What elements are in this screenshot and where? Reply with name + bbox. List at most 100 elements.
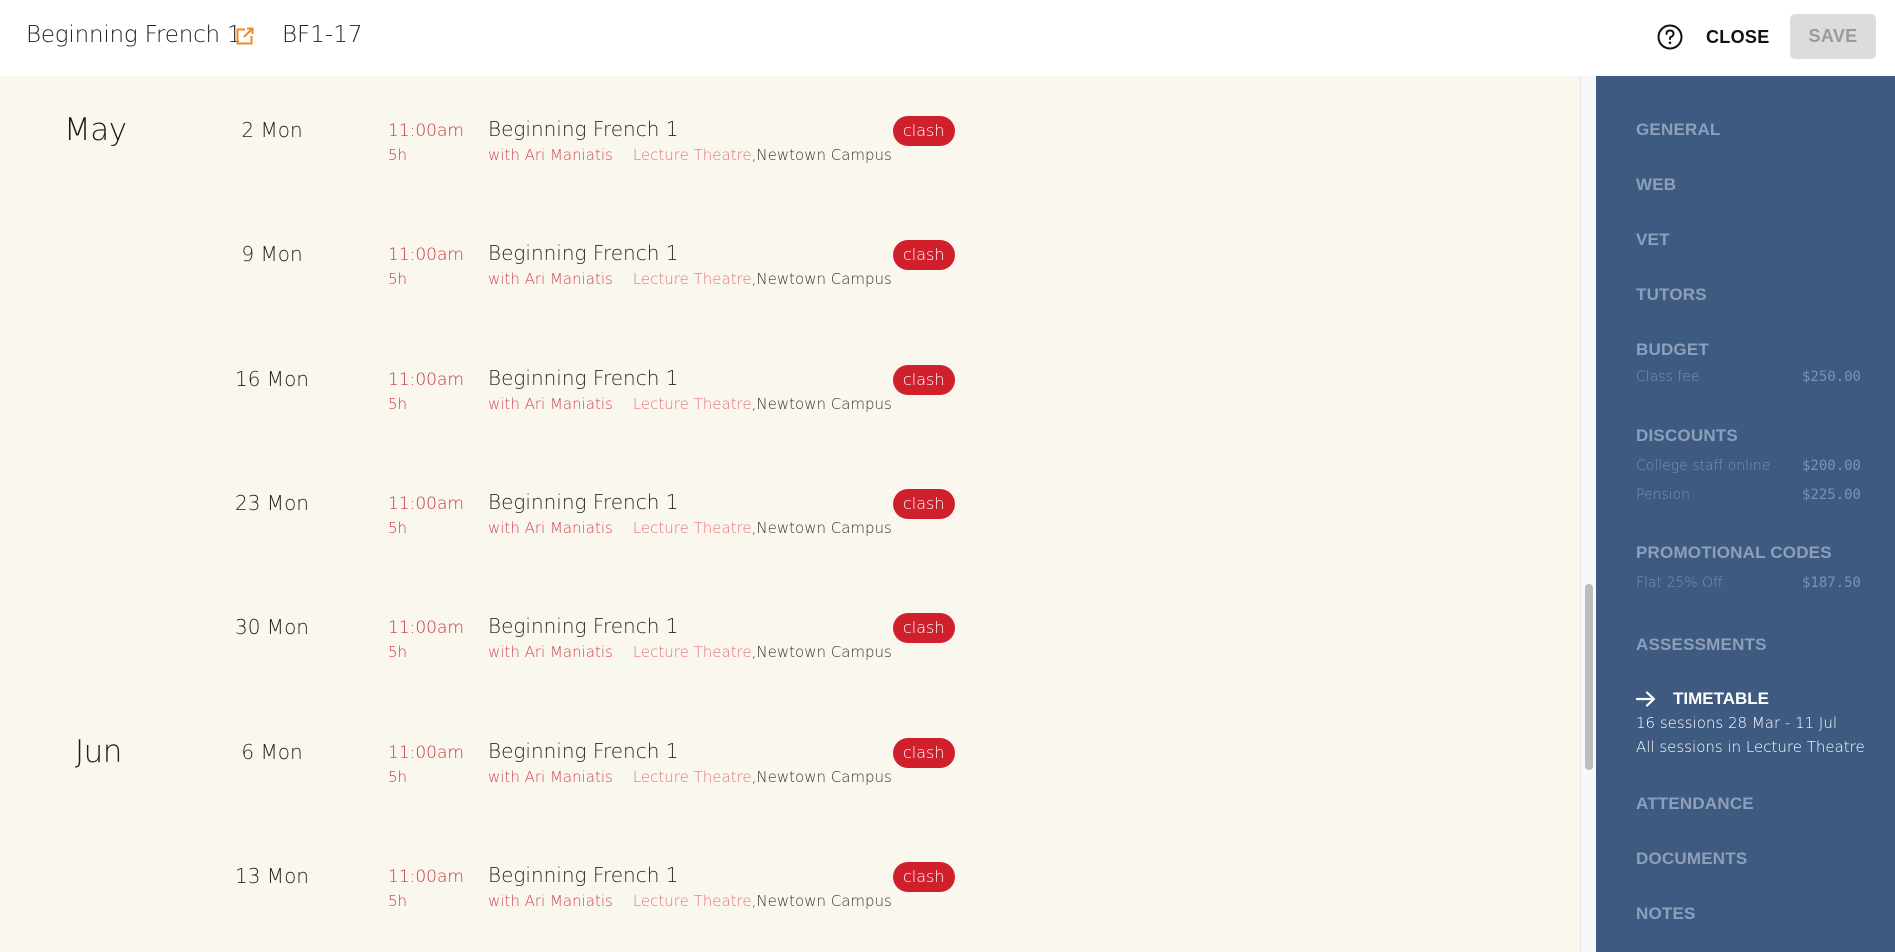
site-name: ,Newtown Campus [751,270,892,288]
session-title: Beginning French 1 [488,117,679,141]
tutor-link[interactable]: with Ari Maniatis [488,643,613,661]
month-label: May [64,112,127,148]
sidebar-item-attendance[interactable]: ATTENDANCE [1636,794,1754,814]
tutor-link[interactable]: with Ari Maniatis [488,270,613,288]
clash-badge[interactable]: clash [893,862,955,892]
session-time: 11:00am [388,121,464,141]
session-title: Beginning French 1 [488,366,679,390]
session-date: 23 Mon [235,491,309,515]
discount-amount: $225.00 [1801,487,1861,503]
sidebar-item-notes[interactable]: NOTES [1636,904,1696,924]
discount-name: College staff online [1636,458,1771,474]
room-link[interactable]: Lecture Theatre [633,643,752,661]
session-duration: 5h [388,643,408,661]
class-title: Beginning French 1 [26,22,242,48]
session-meta: with Ari Maniatis Lecture Theatre,Newtown… [488,643,892,661]
session-row[interactable]: 9 Mon 11:00am 5h Beginning French 1 with… [0,200,1580,324]
session-date: 2 Mon [241,118,303,142]
session-row[interactable]: May 2 Mon 11:00am 5h Beginning French 1 … [0,76,1580,200]
site-name: ,Newtown Campus [751,519,892,537]
session-time: 11:00am [388,245,464,265]
session-date: 13 Mon [235,864,309,888]
site-name: ,Newtown Campus [751,643,892,661]
scrollbar-thumb[interactable] [1585,584,1593,770]
arrow-right-icon [1636,691,1656,707]
discount-name: Pension [1636,487,1691,503]
sidebar-item-budget[interactable]: BUDGET [1636,340,1709,360]
session-date: 6 Mon [241,740,303,764]
help-icon[interactable] [1656,23,1684,51]
session-title: Beginning French 1 [488,241,679,265]
session-duration: 5h [388,270,408,288]
sidebar-item-timetable-label: TIMETABLE [1673,689,1770,708]
session-meta: with Ari Maniatis Lecture Theatre,Newtown… [488,892,892,910]
room-link[interactable]: Lecture Theatre [633,270,752,288]
session-date: 30 Mon [235,615,309,639]
session-duration: 5h [388,395,408,413]
clash-badge[interactable]: clash [893,489,955,519]
close-button[interactable]: CLOSE [1706,22,1770,52]
external-link-icon[interactable] [235,26,255,46]
session-meta: with Ari Maniatis Lecture Theatre,Newtown… [488,519,892,537]
session-date: 16 Mon [235,367,309,391]
save-button[interactable]: SAVE [1790,14,1876,59]
scrollbar[interactable] [1580,76,1596,952]
tutor-link[interactable]: with Ari Maniatis [488,768,613,786]
session-row[interactable]: Jun 6 Mon 11:00am 5h Beginning French 1 … [0,698,1580,822]
site-name: ,Newtown Campus [751,892,892,910]
tutor-link[interactable]: with Ari Maniatis [488,519,613,537]
budget-item-amount: $250.00 [1801,369,1861,385]
timetable-list: May 2 Mon 11:00am 5h Beginning French 1 … [0,76,1580,952]
sidebar-item-tutors[interactable]: TUTORS [1636,285,1707,305]
session-date: 9 Mon [241,242,303,266]
clash-badge[interactable]: clash [893,738,955,768]
room-link[interactable]: Lecture Theatre [633,768,752,786]
sidebar-item-timetable[interactable]: TIMETABLE [1636,689,1769,709]
clash-badge[interactable]: clash [893,116,955,146]
section-sidebar: GENERAL WEB VET TUTORS BUDGET Class fee … [1596,76,1895,952]
budget-line: Class fee $250.00 [1636,369,1861,385]
class-code: BF1-17 [282,22,363,48]
tutor-link[interactable]: with Ari Maniatis [488,892,613,910]
session-time: 11:00am [388,867,464,887]
budget-item-name: Class fee [1636,369,1700,385]
clash-badge[interactable]: clash [893,240,955,270]
session-row[interactable]: 13 Mon 11:00am 5h Beginning French 1 wit… [0,822,1580,946]
session-row[interactable]: 30 Mon 11:00am 5h Beginning French 1 wit… [0,573,1580,697]
sidebar-item-assessments[interactable]: ASSESSMENTS [1636,635,1767,655]
session-row[interactable]: 16 Mon 11:00am 5h Beginning French 1 wit… [0,325,1580,449]
session-title: Beginning French 1 [488,739,679,763]
timetable-summary: 16 sessions 28 Mar - 11 Jul [1636,714,1838,732]
clash-badge[interactable]: clash [893,365,955,395]
room-link[interactable]: Lecture Theatre [633,146,752,164]
header-bar: Beginning French 1 BF1-17 CLOSE SAVE [0,0,1895,76]
session-time: 11:00am [388,618,464,638]
session-title: Beginning French 1 [488,490,679,514]
room-link[interactable]: Lecture Theatre [633,892,752,910]
sidebar-item-documents[interactable]: DOCUMENTS [1636,849,1747,869]
session-meta: with Ari Maniatis Lecture Theatre,Newtown… [488,768,892,786]
session-title: Beginning French 1 [488,614,679,638]
sidebar-item-promotional-codes[interactable]: PROMOTIONAL CODES [1636,543,1832,563]
session-time: 11:00am [388,494,464,514]
sidebar-item-discounts[interactable]: DISCOUNTS [1636,426,1738,446]
clash-badge[interactable]: clash [893,613,955,643]
promo-code-line: Flat 25% Off $187.50 [1636,575,1861,591]
session-duration: 5h [388,892,408,910]
promo-code-name: Flat 25% Off [1636,575,1723,591]
session-title: Beginning French 1 [488,863,679,887]
room-link[interactable]: Lecture Theatre [633,519,752,537]
room-link[interactable]: Lecture Theatre [633,395,752,413]
site-name: ,Newtown Campus [751,395,892,413]
promo-code-amount: $187.50 [1801,575,1861,591]
tutor-link[interactable]: with Ari Maniatis [488,395,613,413]
sidebar-item-web[interactable]: WEB [1636,175,1676,195]
sidebar-item-general[interactable]: GENERAL [1636,120,1721,140]
discount-line: College staff online $200.00 [1636,458,1861,474]
session-duration: 5h [388,146,408,164]
discount-line: Pension $225.00 [1636,487,1861,503]
sidebar-item-vet[interactable]: VET [1636,230,1670,250]
session-row[interactable]: 23 Mon 11:00am 5h Beginning French 1 wit… [0,449,1580,573]
tutor-link[interactable]: with Ari Maniatis [488,146,613,164]
session-duration: 5h [388,768,408,786]
